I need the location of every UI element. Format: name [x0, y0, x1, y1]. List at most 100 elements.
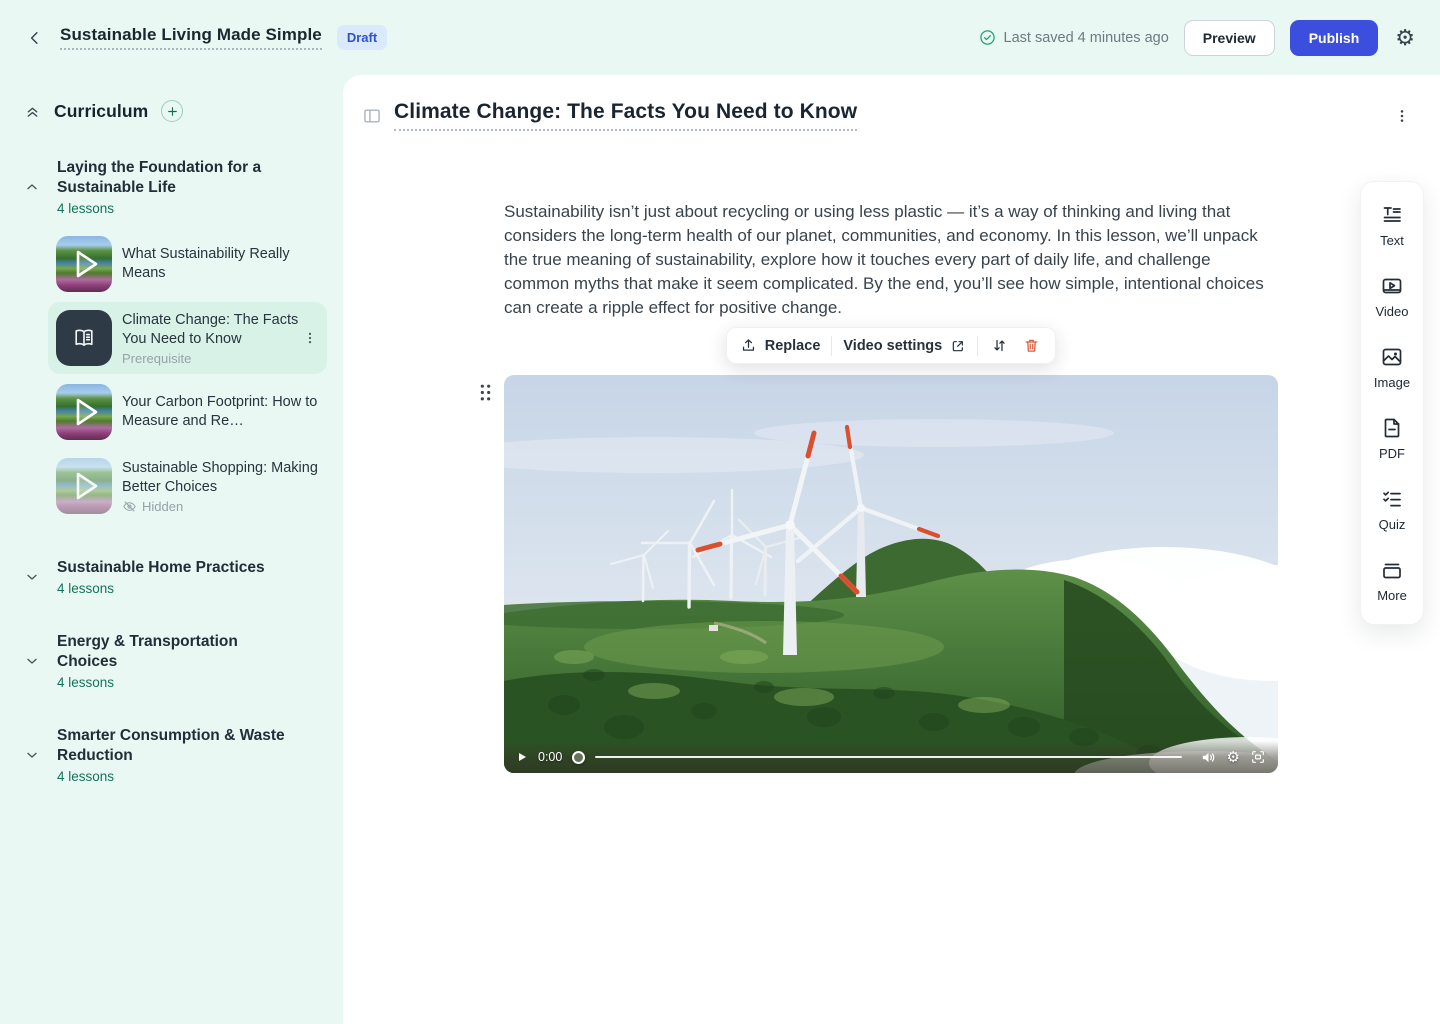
tool-quiz[interactable]: Quiz [1379, 487, 1406, 532]
video-frame-wind-turbines [504, 375, 1278, 773]
replace-button[interactable]: Replace [740, 337, 821, 354]
tool-label: Quiz [1379, 517, 1406, 532]
play-icon [56, 458, 112, 514]
section-lesson-count: 4 lessons [57, 201, 292, 216]
lesson-item-selected[interactable]: Climate Change: The Facts You Need to Kn… [48, 302, 327, 374]
video-block-toolbar: Replace Video settings [726, 327, 1056, 364]
tool-label: Video [1375, 304, 1408, 319]
course-title[interactable]: Sustainable Living Made Simple [60, 25, 322, 50]
section-lesson-count: 4 lessons [57, 581, 265, 596]
play-icon [56, 384, 112, 440]
more-box-icon [1380, 558, 1404, 582]
tool-label: PDF [1379, 446, 1405, 461]
section-header[interactable]: Smarter Consumption & Waste Reduction 4 … [24, 726, 327, 784]
video-player[interactable]: 0:00 ⚙ [504, 375, 1278, 773]
curriculum-section: Sustainable Home Practices 4 lessons [24, 558, 327, 596]
play-icon [56, 236, 112, 292]
swap-vertical-icon [991, 337, 1008, 354]
chevron-left-icon [26, 29, 44, 47]
sidebar-toggle-icon[interactable] [362, 106, 382, 126]
section-title: Smarter Consumption & Waste Reduction [57, 726, 292, 766]
tool-label: Text [1380, 233, 1404, 248]
drag-dots-icon [479, 383, 492, 402]
volume-button[interactable] [1200, 749, 1217, 766]
image-icon [1380, 345, 1404, 369]
check-circle-icon [979, 29, 996, 46]
tool-more[interactable]: More [1377, 558, 1407, 603]
divider [831, 336, 832, 356]
text-icon [1380, 203, 1404, 227]
section-header[interactable]: Energy & Transportation Choices 4 lesson… [24, 632, 327, 690]
lesson-title-heading[interactable]: Climate Change: The Facts You Need to Kn… [394, 100, 857, 131]
section-header[interactable]: Laying the Foundation for a Sustainable … [24, 158, 327, 216]
scrubber-handle[interactable] [572, 751, 585, 764]
delete-block-button[interactable] [1021, 335, 1042, 356]
curriculum-title: Curriculum [54, 101, 148, 122]
settings-gear-icon[interactable]: ⚙ [1395, 27, 1415, 49]
plus-icon [166, 105, 179, 118]
video-thumbnail [56, 236, 112, 292]
open-book-icon [71, 325, 97, 351]
section-lesson-count: 4 lessons [57, 769, 292, 784]
lesson-title: What Sustainability Really Means [122, 245, 319, 283]
lesson-item-hidden[interactable]: Sustainable Shopping: Making Better Choi… [48, 450, 327, 522]
back-button[interactable] [22, 25, 48, 51]
section-title: Energy & Transportation Choices [57, 632, 292, 672]
lesson-list: What Sustainability Really Means Climate… [48, 228, 327, 522]
preview-button[interactable]: Preview [1184, 20, 1275, 56]
video-icon [1380, 274, 1404, 298]
upload-icon [740, 337, 757, 354]
quality-settings-icon[interactable]: ⚙ [1227, 750, 1240, 765]
pdf-document-icon [1380, 416, 1404, 440]
fullscreen-icon [1250, 749, 1266, 765]
drag-handle[interactable] [479, 383, 492, 402]
section-lesson-count: 4 lessons [57, 675, 292, 690]
video-settings-button[interactable]: Video settings [843, 338, 966, 354]
tool-text[interactable]: Text [1380, 203, 1404, 248]
lesson-title: Climate Change: The Facts You Need to Kn… [122, 311, 319, 349]
trash-icon [1023, 337, 1040, 354]
fullscreen-button[interactable] [1250, 749, 1266, 765]
lesson-title: Your Carbon Footprint: How to Measure an… [122, 393, 319, 431]
chevron-down-icon [24, 569, 40, 585]
progress-bar[interactable] [595, 756, 1181, 759]
tool-label: Image [1374, 375, 1410, 390]
section-header[interactable]: Sustainable Home Practices 4 lessons [24, 558, 327, 596]
tool-pdf[interactable]: PDF [1379, 416, 1405, 461]
lesson-editor: Climate Change: The Facts You Need to Kn… [343, 75, 1440, 1024]
divider [977, 336, 978, 356]
video-block: 0:00 ⚙ [504, 375, 1278, 773]
video-thumbnail [56, 458, 112, 514]
lesson-menu-button[interactable] [1390, 104, 1414, 128]
section-title: Sustainable Home Practices [57, 558, 265, 578]
section-title: Laying the Foundation for a Sustainable … [57, 158, 292, 198]
tool-image[interactable]: Image [1374, 345, 1410, 390]
lesson-badge: Prerequisite [122, 351, 319, 366]
play-button[interactable] [516, 751, 528, 763]
lesson-item[interactable]: What Sustainability Really Means [48, 228, 327, 300]
replace-label: Replace [765, 338, 821, 354]
current-time: 0:00 [538, 750, 562, 764]
lesson-menu-button[interactable] [299, 327, 321, 349]
last-saved-status: Last saved 4 minutes ago [979, 29, 1169, 46]
lesson-item[interactable]: Your Carbon Footprint: How to Measure an… [48, 376, 327, 448]
volume-icon [1200, 749, 1217, 766]
lesson-title: Sustainable Shopping: Making Better Choi… [122, 459, 319, 497]
kebab-menu-icon [1394, 108, 1410, 124]
quiz-checklist-icon [1380, 487, 1404, 511]
lesson-body: Sustainability isn’t just about recyclin… [504, 200, 1278, 773]
lesson-badge: Hidden [142, 499, 183, 514]
chevron-down-icon [24, 747, 40, 763]
move-block-button[interactable] [989, 335, 1010, 356]
reading-lesson-tile [56, 310, 112, 366]
play-icon [516, 751, 528, 763]
add-section-button[interactable] [161, 100, 183, 122]
collapse-all-icon[interactable] [24, 103, 41, 120]
lesson-header: Climate Change: The Facts You Need to Kn… [343, 75, 1440, 131]
tool-video[interactable]: Video [1375, 274, 1408, 319]
curriculum-section: Energy & Transportation Choices 4 lesson… [24, 632, 327, 690]
curriculum-section: Smarter Consumption & Waste Reduction 4 … [24, 726, 327, 784]
publish-button[interactable]: Publish [1290, 20, 1379, 56]
lesson-paragraph[interactable]: Sustainability isn’t just about recyclin… [504, 200, 1278, 320]
chevron-up-icon [24, 179, 40, 195]
